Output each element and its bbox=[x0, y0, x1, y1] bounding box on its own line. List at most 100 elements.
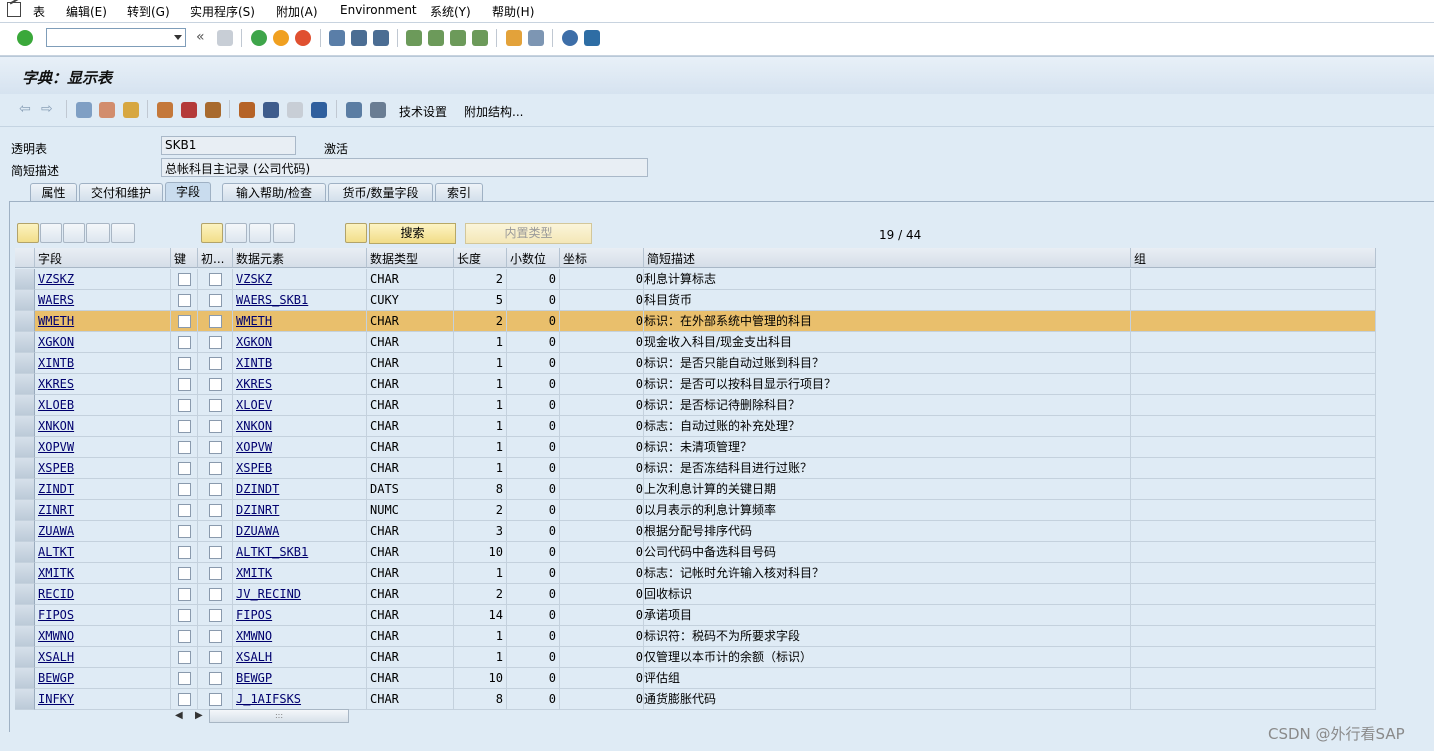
checkbox[interactable] bbox=[209, 420, 222, 433]
next-page-icon[interactable] bbox=[450, 30, 466, 46]
find-next-icon[interactable] bbox=[373, 30, 389, 46]
menu-edit[interactable]: 编辑(E) bbox=[66, 3, 107, 20]
checkbox[interactable] bbox=[178, 483, 191, 496]
checkbox[interactable] bbox=[178, 504, 191, 517]
field-cell[interactable]: WAERS bbox=[35, 290, 171, 311]
column-field[interactable]: 字段 bbox=[35, 248, 171, 268]
table-row[interactable]: ALTKT ALTKT_SKB1 CHAR 10 0 0 公司代码中备选科目号码 bbox=[15, 542, 1376, 563]
field-cell[interactable]: WMETH bbox=[35, 311, 171, 332]
checkbox[interactable] bbox=[209, 588, 222, 601]
checkbox[interactable] bbox=[178, 378, 191, 391]
column-length[interactable]: 长度 bbox=[454, 248, 507, 268]
row-selector[interactable] bbox=[15, 395, 35, 416]
checkbox[interactable] bbox=[178, 546, 191, 559]
checkbox[interactable] bbox=[178, 420, 191, 433]
entity-icon[interactable] bbox=[346, 102, 362, 118]
row-selector[interactable] bbox=[15, 374, 35, 395]
help-icon[interactable] bbox=[562, 30, 578, 46]
back-arrow-icon[interactable]: ⇦ bbox=[19, 101, 31, 117]
row-selector[interactable] bbox=[15, 689, 35, 710]
data-element-cell[interactable]: DZUAWA bbox=[233, 521, 367, 542]
checkbox[interactable] bbox=[178, 462, 191, 475]
tab-attributes[interactable]: 属性 bbox=[30, 183, 77, 201]
short-desc-field[interactable]: 总帐科目主记录 (公司代码) bbox=[161, 158, 648, 177]
print-icon[interactable] bbox=[329, 30, 345, 46]
checkbox[interactable] bbox=[209, 693, 222, 706]
table-row[interactable]: XOPVW XOPVW CHAR 1 0 0 标识：未清项管理？ bbox=[15, 437, 1376, 458]
exit-icon[interactable] bbox=[273, 30, 289, 46]
field-cell[interactable]: ALTKT bbox=[35, 542, 171, 563]
field-cell[interactable]: ZINRT bbox=[35, 500, 171, 521]
where-used-icon[interactable] bbox=[157, 102, 173, 118]
field-cell[interactable]: ZUAWA bbox=[35, 521, 171, 542]
layout-menu-icon[interactable] bbox=[584, 30, 600, 46]
checkbox[interactable] bbox=[178, 672, 191, 685]
menu-utilities[interactable]: 实用程序(S) bbox=[190, 3, 255, 20]
data-element-cell[interactable]: J_1AIFSKS bbox=[233, 689, 367, 710]
forward-arrow-icon[interactable]: ⇨ bbox=[41, 101, 53, 117]
table-row[interactable]: VZSKZ VZSKZ CHAR 2 0 0 利息计算标志 bbox=[15, 269, 1376, 290]
activate-icon[interactable] bbox=[181, 102, 197, 118]
field-cell[interactable]: XLOEB bbox=[35, 395, 171, 416]
table-row[interactable]: XLOEB XLOEV CHAR 1 0 0 标识：是否标记待删除科目？ bbox=[15, 395, 1376, 416]
checkbox[interactable] bbox=[209, 546, 222, 559]
table-row[interactable]: INFKY J_1AIFSKS CHAR 8 0 0 通货膨胀代码 bbox=[15, 689, 1376, 710]
table-row[interactable]: ZINDT DZINDT DATS 8 0 0 上次利息计算的关键日期 bbox=[15, 479, 1376, 500]
column-key[interactable]: 键 bbox=[171, 248, 198, 268]
tab-currency[interactable]: 货币/数量字段 bbox=[328, 183, 433, 201]
data-element-cell[interactable]: XOPVW bbox=[233, 437, 367, 458]
checkbox[interactable] bbox=[209, 336, 222, 349]
data-element-cell[interactable]: XSALH bbox=[233, 647, 367, 668]
row-selector[interactable] bbox=[15, 458, 35, 479]
delete-row-icon[interactable] bbox=[111, 223, 135, 243]
table-row[interactable]: XKRES XKRES CHAR 1 0 0 标识：是否可以按科目显示行项目？ bbox=[15, 374, 1376, 395]
menu-goto[interactable]: 转到(G) bbox=[127, 3, 170, 20]
checkbox[interactable] bbox=[178, 609, 191, 622]
tab-input-help[interactable]: 输入帮助/检查 bbox=[222, 183, 326, 201]
table-menu-icon[interactable] bbox=[7, 2, 21, 17]
table-row[interactable]: XSALH XSALH CHAR 1 0 0 仅管理以本币计的余额（标识） bbox=[15, 647, 1376, 668]
expand-icon[interactable] bbox=[201, 223, 223, 243]
checkbox[interactable] bbox=[209, 315, 222, 328]
field-cell[interactable]: XSALH bbox=[35, 647, 171, 668]
tab-indexes[interactable]: 索引 bbox=[435, 183, 483, 201]
checkbox[interactable] bbox=[178, 273, 191, 286]
back-icon[interactable] bbox=[251, 30, 267, 46]
menu-environment[interactable]: Environment bbox=[340, 3, 417, 17]
append-structure-button[interactable]: 附加结构... bbox=[464, 103, 523, 120]
column-data-type[interactable]: 数据类型 bbox=[367, 248, 454, 268]
data-element-cell[interactable]: WMETH bbox=[233, 311, 367, 332]
checkbox[interactable] bbox=[209, 651, 222, 664]
search-button[interactable]: 搜索 bbox=[369, 223, 456, 244]
paste-icon[interactable] bbox=[63, 223, 85, 243]
save-icon[interactable] bbox=[217, 30, 233, 46]
column-decimals[interactable]: 小数位 bbox=[507, 248, 560, 268]
new-session-icon[interactable] bbox=[506, 30, 522, 46]
field-cell[interactable]: XMITK bbox=[35, 563, 171, 584]
checkbox[interactable] bbox=[178, 588, 191, 601]
row-selector[interactable] bbox=[15, 416, 35, 437]
row-selector[interactable] bbox=[15, 521, 35, 542]
copy-icon[interactable] bbox=[40, 223, 62, 243]
menu-table[interactable]: 表 bbox=[33, 3, 45, 20]
field-cell[interactable]: XNKON bbox=[35, 416, 171, 437]
data-element-cell[interactable]: XINTB bbox=[233, 353, 367, 374]
select-all-icon[interactable] bbox=[225, 223, 247, 243]
graphic-icon[interactable] bbox=[287, 102, 303, 118]
table-icon[interactable] bbox=[370, 102, 386, 118]
display-change-icon[interactable] bbox=[76, 102, 92, 118]
data-element-cell[interactable]: VZSKZ bbox=[233, 269, 367, 290]
table-row[interactable]: ZUAWA DZUAWA CHAR 3 0 0 根据分配号排序代码 bbox=[15, 521, 1376, 542]
field-cell[interactable]: ZINDT bbox=[35, 479, 171, 500]
field-cell[interactable]: INFKY bbox=[35, 689, 171, 710]
checkbox[interactable] bbox=[209, 609, 222, 622]
cut-icon[interactable] bbox=[17, 223, 39, 243]
field-cell[interactable]: XGKON bbox=[35, 332, 171, 353]
data-element-cell[interactable]: DZINRT bbox=[233, 500, 367, 521]
checkbox[interactable] bbox=[209, 504, 222, 517]
checkbox[interactable] bbox=[209, 630, 222, 643]
table-row[interactable]: BEWGP BEWGP CHAR 10 0 0 评估组 bbox=[15, 668, 1376, 689]
data-element-cell[interactable]: XNKON bbox=[233, 416, 367, 437]
command-field[interactable] bbox=[46, 28, 186, 47]
field-cell[interactable]: XKRES bbox=[35, 374, 171, 395]
